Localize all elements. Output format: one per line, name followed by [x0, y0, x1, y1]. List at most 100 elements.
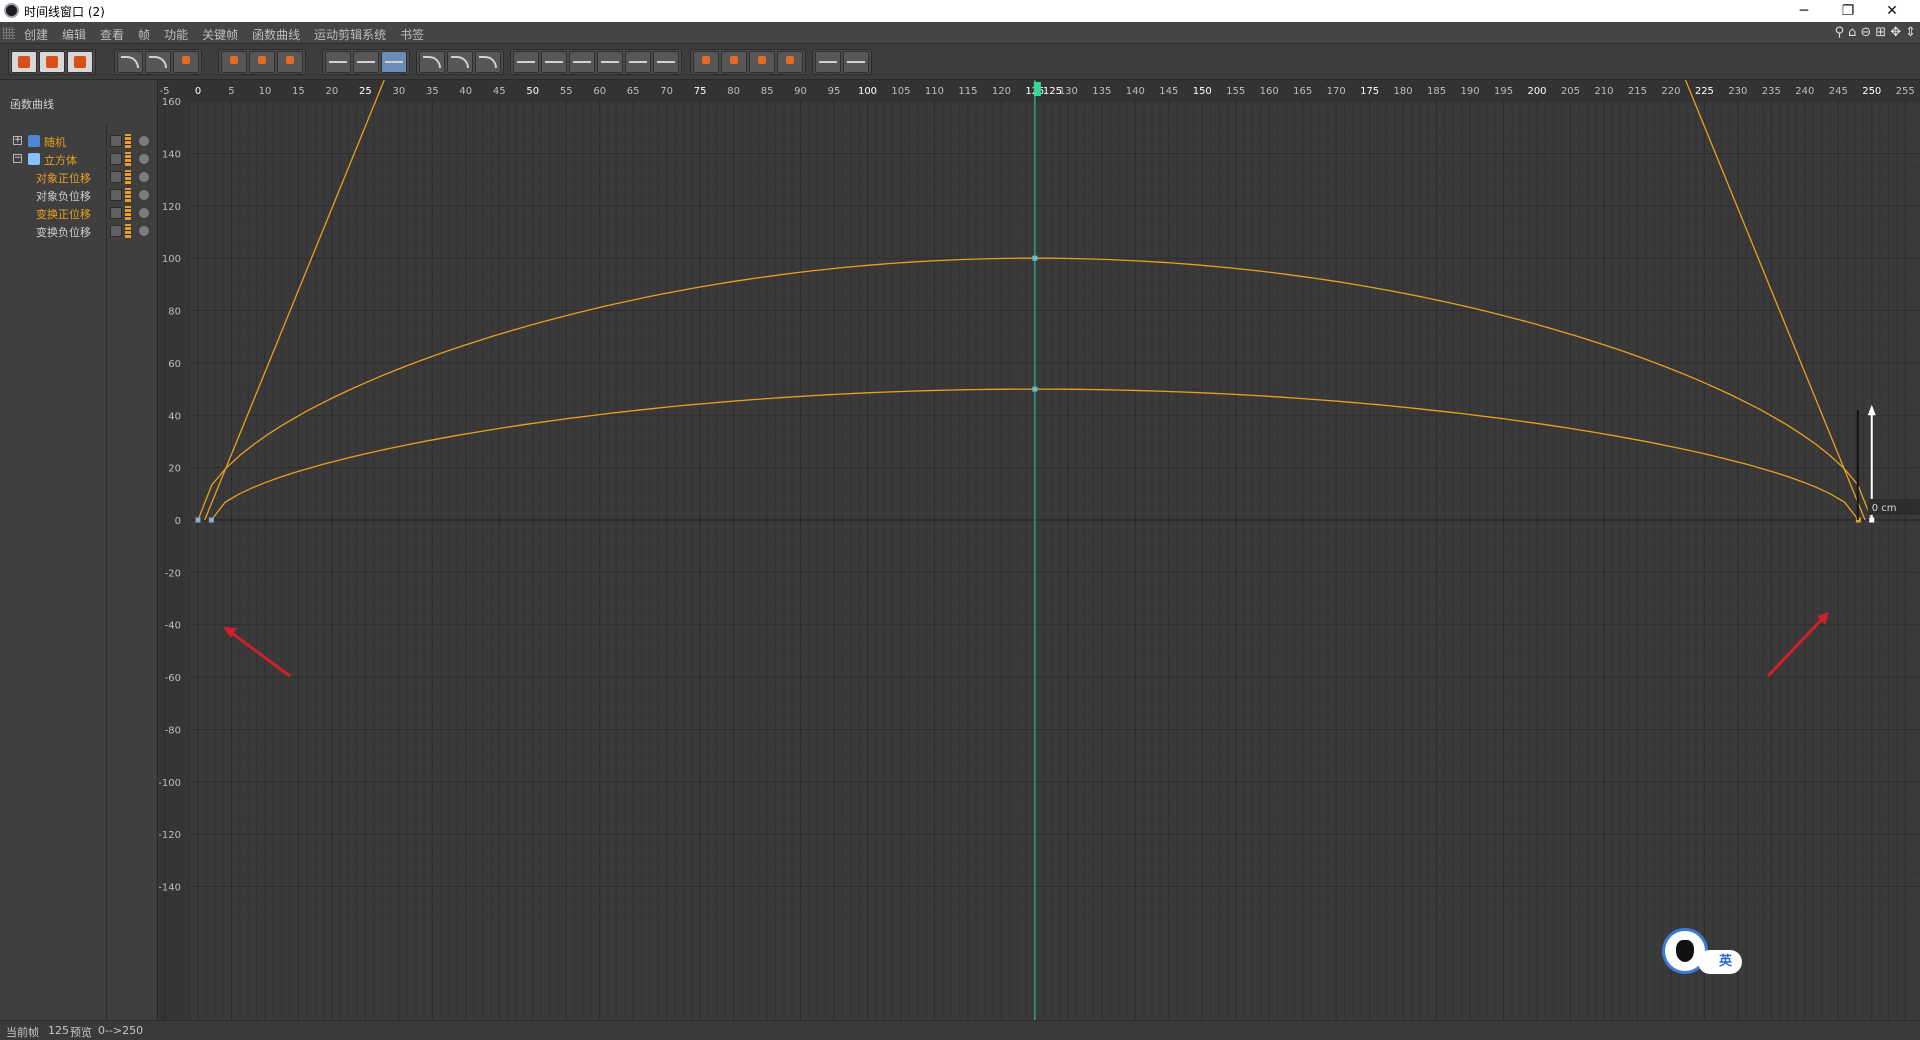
time-ruler-tick-label: 245 [1829, 86, 1848, 97]
lock-tangent-angle-button[interactable] [749, 51, 775, 73]
window-title: 时间线窗口 (2) [24, 5, 105, 19]
menu-bookmarks[interactable]: 书签 [400, 26, 424, 43]
tangent-zero-button[interactable] [653, 51, 679, 73]
ease-in-button[interactable] [419, 51, 445, 73]
tree-row-obj-pos[interactable]: 对象正位移 [0, 168, 158, 186]
time-ruler-tick-label: 80 [727, 86, 740, 97]
value-ruler-tick-label: 140 [162, 149, 181, 160]
interp-spline-button[interactable] [325, 51, 351, 73]
tree-row-obj-neg[interactable]: 对象负位移 [0, 186, 158, 204]
motion-icon [74, 56, 86, 68]
interp-linear-button[interactable] [381, 51, 407, 73]
ease-ease-icon [479, 56, 497, 68]
menu-keyframes[interactable]: 关键帧 [202, 26, 238, 43]
show-tangents-button[interactable] [145, 51, 171, 73]
fcurve-tree-panel: 函数曲线 + 随机 − 立方体 对象正位移 对象负位移 变换正位移 变换负位移 [0, 80, 158, 1020]
restore-button[interactable]: ❐ [1826, 0, 1870, 22]
solo-dot-icon[interactable] [139, 154, 149, 164]
curve-toggle-icon[interactable] [110, 207, 122, 219]
time-ruler-tick-label: 140 [1126, 86, 1145, 97]
tree-row-random[interactable]: + 随机 [0, 132, 158, 150]
menu-create[interactable]: 创建 [24, 26, 48, 43]
frame-icon[interactable]: ⊞ [1875, 25, 1886, 40]
tangent-clamp-button[interactable] [541, 51, 567, 73]
minus-key-icon [286, 56, 294, 64]
fcurve-graph[interactable]: -5 0 5 10 15 20 25 30 35 40 45 50 55 60 65 70 75 80 85 90 95… [159, 80, 1920, 1020]
solo-dot-icon[interactable] [139, 226, 149, 236]
tree-row-xform-pos[interactable]: 变换正位移 [0, 204, 158, 222]
ease-ease-button[interactable] [475, 51, 501, 73]
remove-key-button[interactable] [277, 51, 303, 73]
menu-motion-clip[interactable]: 运动剪辑系统 [314, 26, 386, 43]
menu-view[interactable]: 查看 [100, 26, 124, 43]
tangent-unify-button[interactable] [625, 51, 651, 73]
zero-button[interactable] [843, 51, 869, 73]
time-ruler-tick-label: 100 [858, 86, 877, 97]
minimize-button[interactable]: ─ [1782, 0, 1826, 22]
random-effector-icon [28, 135, 40, 147]
tangent-weighted-button[interactable] [569, 51, 595, 73]
menu-bar: 创建 编辑 查看 帧 功能 关键帧 函数曲线 运动剪辑系统 书签 ⚲ ⌂ ⊖ ⊞… [0, 22, 1920, 44]
curve-toggle-icon[interactable] [110, 225, 122, 237]
lock-time-button[interactable] [693, 51, 719, 73]
playhead-handle[interactable] [1033, 82, 1041, 96]
time-ruler-tick-label: 55 [560, 86, 573, 97]
status-preview-range: 0-->250 [98, 1024, 144, 1037]
time-ruler-tick-label: 45 [493, 86, 506, 97]
add-key-button[interactable] [221, 51, 247, 73]
fit-icon[interactable]: ⇕ [1905, 25, 1916, 40]
window-titlebar: 时间线窗口 (2) ─ ❐ ✕ [0, 0, 1920, 22]
cinema4d-app-icon [4, 3, 19, 18]
snap-button[interactable] [815, 51, 841, 73]
show-curves-button[interactable] [117, 51, 143, 73]
ease-out-button[interactable] [447, 51, 473, 73]
time-ruler-tick-label: 255 [1896, 86, 1915, 97]
lock-tangent-length-button[interactable] [777, 51, 803, 73]
search-icon[interactable]: ⚲ [1835, 25, 1845, 40]
solo-dot-icon[interactable] [139, 172, 149, 182]
ime-indicator[interactable]: 英 [1662, 928, 1742, 976]
status-preview-label: 预览 [70, 1026, 92, 1039]
plus-key-icon [230, 56, 238, 64]
close-button[interactable]: ✕ [1870, 0, 1914, 22]
interp-step-button[interactable] [353, 51, 379, 73]
column-separator [106, 124, 107, 1020]
expand-icon[interactable]: + [13, 136, 22, 145]
curve-toggle-icon[interactable] [110, 135, 122, 147]
tree-label-random: 随机 [44, 136, 66, 149]
solo-dot-icon[interactable] [139, 190, 149, 200]
grip-icon[interactable] [3, 27, 15, 39]
menu-fcurve[interactable]: 函数曲线 [252, 26, 300, 43]
menu-edit[interactable]: 编辑 [62, 26, 86, 43]
add-key-selected-button[interactable] [249, 51, 275, 73]
motion-mode-button[interactable] [67, 51, 93, 73]
lock-value-button[interactable] [721, 51, 747, 73]
show-ghost-button[interactable] [173, 51, 199, 73]
curve-toggle-icon[interactable] [110, 189, 122, 201]
keyframe-start[interactable] [195, 517, 201, 523]
time-ruler-tick-label: 25 [359, 86, 372, 97]
home-icon[interactable]: ⌂ [1848, 25, 1856, 40]
tree-row-xform-neg[interactable]: 变换负位移 [0, 222, 158, 240]
graph-background [159, 80, 1920, 1020]
curve-toggle-icon[interactable] [110, 153, 122, 165]
menu-frame[interactable]: 帧 [138, 26, 150, 43]
time-ruler-tick-label: 70 [660, 86, 673, 97]
dopesheet-mode-button[interactable] [11, 51, 37, 73]
keyframe-start-2[interactable] [208, 517, 214, 523]
ime-mode-label: 英 [1698, 950, 1742, 974]
tangent-break-button[interactable] [597, 51, 623, 73]
collapse-icon[interactable]: − [13, 154, 22, 163]
menu-functions[interactable]: 功能 [164, 26, 188, 43]
pan-icon[interactable]: ✥ [1890, 25, 1901, 40]
fcurve-mode-button[interactable] [39, 51, 65, 73]
tree-label-obj-pos: 对象正位移 [36, 172, 91, 185]
solo-dot-icon[interactable] [139, 136, 149, 146]
curve-toggle-icon[interactable] [110, 171, 122, 183]
keys-track-icon [125, 188, 131, 202]
solo-dot-icon[interactable] [139, 208, 149, 218]
zoom-icon[interactable]: ⊖ [1860, 25, 1871, 40]
tangent-auto-button[interactable] [513, 51, 539, 73]
tree-row-cube[interactable]: − 立方体 [0, 150, 158, 168]
time-ruler-tick-label: 20 [326, 86, 339, 97]
